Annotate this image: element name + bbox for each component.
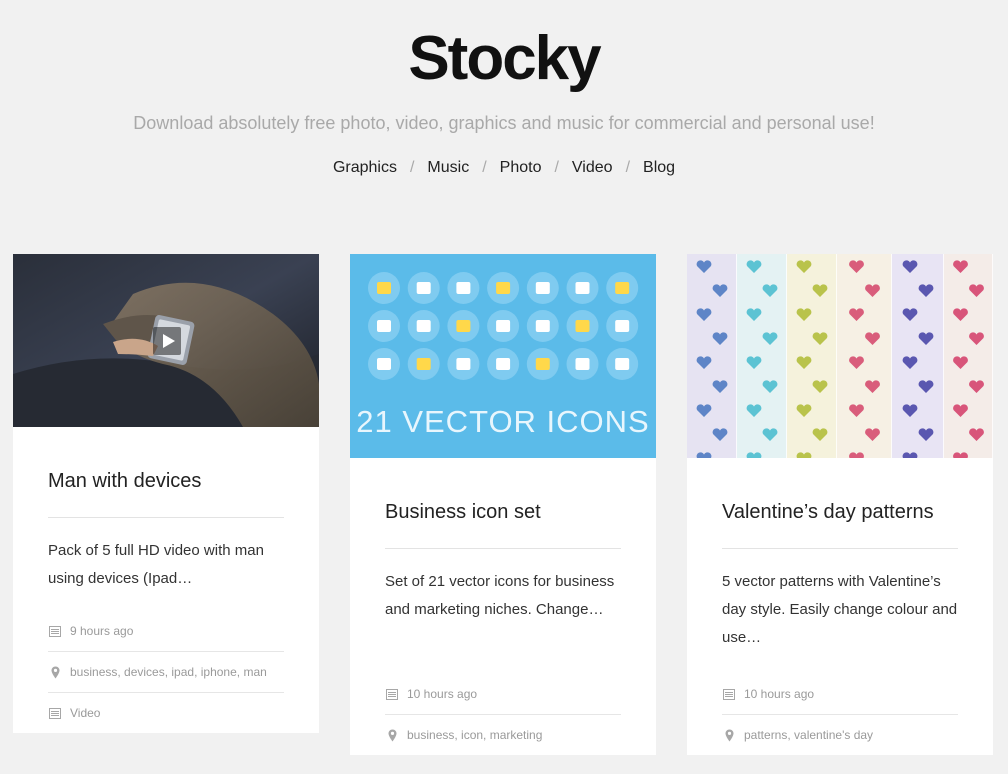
- calendar-icon: [722, 688, 736, 700]
- site-logo[interactable]: Stocky: [0, 24, 1008, 94]
- vector-icon-glyph: [615, 358, 630, 370]
- vector-icon-glyph: [377, 282, 391, 294]
- vector-icon-glyph: [575, 358, 590, 370]
- card-category[interactable]: Video: [70, 693, 100, 733]
- calendar-icon: [48, 625, 62, 637]
- pattern-strip: [687, 254, 737, 458]
- nav-item-photo[interactable]: Photo: [500, 159, 542, 176]
- vector-icon-glyph: [535, 282, 550, 294]
- icons-thumbnail[interactable]: 21 VECTOR ICONS: [350, 254, 656, 458]
- nav-separator: /: [625, 159, 631, 176]
- nav-item-blog[interactable]: Blog: [643, 159, 675, 176]
- vector-icon-glyph: [456, 320, 471, 332]
- vector-icon-glyph: [416, 282, 431, 294]
- vector-icon-glyph: [496, 282, 511, 294]
- card-tags-row: business, icon, marketing: [385, 715, 621, 755]
- pattern-strip: [737, 254, 787, 458]
- vector-icon-glyph: [416, 320, 431, 332]
- card-description: Pack of 5 full HD video with man using d…: [48, 542, 264, 587]
- vector-icon-glyph: [377, 358, 391, 370]
- calendar-icon: [385, 688, 399, 700]
- card-tags[interactable]: business, icon, marketing: [407, 715, 542, 755]
- patterns-thumbnail-image: [687, 254, 993, 458]
- vector-icon-glyph: [377, 320, 391, 332]
- nav-item-video[interactable]: Video: [572, 159, 613, 176]
- nav-separator: /: [482, 159, 487, 176]
- vector-icon-glyph: [535, 320, 550, 332]
- pattern-strip: [892, 254, 944, 458]
- icons-thumbnail-image: 21 VECTOR ICONS: [350, 254, 656, 458]
- vector-icon-glyph: [496, 358, 511, 370]
- card-tags-row: patterns, valentine's day: [722, 715, 958, 755]
- card-title[interactable]: Man with devices: [48, 427, 284, 518]
- nav-item-music[interactable]: Music: [427, 159, 469, 176]
- card-time-row: 10 hours ago: [385, 674, 621, 715]
- pattern-strip: [837, 254, 892, 458]
- card-time-row: 10 hours ago: [722, 674, 958, 715]
- thumbnail-caption: 21 VECTOR ICONS: [356, 404, 650, 439]
- nav-separator: /: [554, 159, 559, 176]
- video-thumbnail[interactable]: [13, 254, 319, 427]
- pattern-strip: [944, 254, 993, 458]
- vector-icon-glyph: [456, 358, 471, 370]
- vector-icon-glyph: [575, 320, 590, 332]
- card-business-icon-set: 21 VECTOR ICONS Business icon set Set of…: [350, 254, 656, 755]
- card-description: Set of 21 vector icons for business and …: [385, 573, 615, 618]
- video-thumbnail-image: [13, 254, 319, 427]
- pattern-strip: [787, 254, 837, 458]
- vector-icon-glyph: [615, 320, 630, 332]
- category-icon: [48, 707, 62, 719]
- vector-icon-glyph: [416, 358, 431, 370]
- patterns-thumbnail[interactable]: [687, 254, 993, 458]
- card-title[interactable]: Business icon set: [385, 458, 621, 549]
- card-time-row: 9 hours ago: [48, 611, 284, 652]
- card-category-row: Video: [48, 693, 284, 733]
- card-time: 10 hours ago: [407, 687, 478, 701]
- card-man-with-devices: Man with devices Pack of 5 full HD video…: [13, 254, 319, 733]
- nav-item-graphics[interactable]: Graphics: [333, 159, 397, 176]
- card-tags[interactable]: patterns, valentine's day: [744, 715, 873, 755]
- pattern-divider: [992, 254, 993, 458]
- nav-separator: /: [409, 159, 415, 176]
- card-title[interactable]: Valentine’s day patterns: [722, 458, 958, 549]
- vector-icon-glyph: [535, 358, 550, 370]
- location-pin-icon: [385, 729, 399, 742]
- card-valentines-patterns: Valentine’s day patterns 5 vector patter…: [687, 254, 993, 755]
- card-description: 5 vector patterns with Valentine’s day s…: [722, 573, 958, 646]
- vector-icon-glyph: [615, 282, 630, 294]
- card-time: 9 hours ago: [70, 624, 134, 638]
- card-tags-row: business, devices, ipad, iphone, man: [48, 652, 284, 693]
- vector-icon-glyph: [575, 282, 590, 294]
- card-tags[interactable]: business, devices, ipad, iphone, man: [70, 652, 267, 692]
- main-nav: Graphics / Music / Photo / Video / Blog: [0, 158, 1008, 178]
- site-tagline: Download absolutely free photo, video, g…: [133, 113, 875, 133]
- location-pin-icon: [48, 666, 62, 679]
- card-time: 10 hours ago: [744, 687, 815, 701]
- location-pin-icon: [722, 729, 736, 742]
- vector-icon-glyph: [496, 320, 511, 332]
- vector-icon-glyph: [456, 282, 471, 294]
